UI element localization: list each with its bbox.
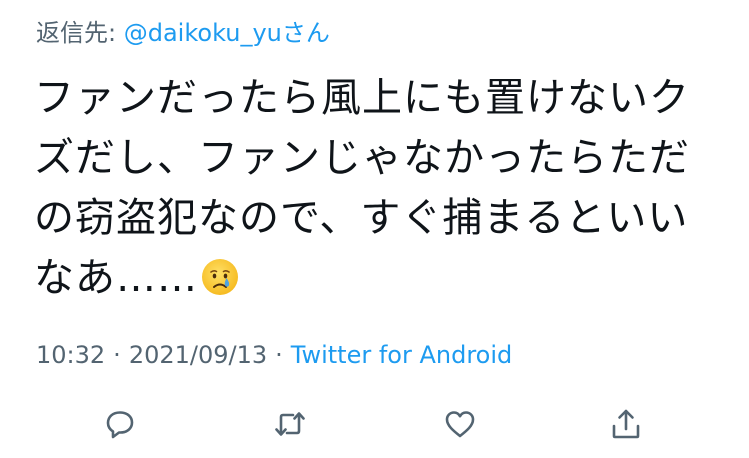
reply-to-line: 返信先: @daikoku_yuさん xyxy=(36,16,330,50)
meta-separator: · xyxy=(275,341,283,369)
tweet-text-line: ファンだったら風上にも置けないク xyxy=(34,75,690,121)
share-icon xyxy=(612,409,640,439)
tweet-text-line: の窃盗犯なので、すぐ捕まるといい xyxy=(34,195,689,241)
reply-icon xyxy=(106,411,134,439)
tweet-meta: 10:32 · 2021/09/13 · Twitter for Android xyxy=(36,338,512,372)
retweet-button[interactable] xyxy=(268,402,312,446)
like-button[interactable] xyxy=(438,402,482,446)
reply-button[interactable] xyxy=(98,402,142,446)
heart-icon xyxy=(445,411,475,438)
meta-separator: · xyxy=(113,341,121,369)
share-button[interactable] xyxy=(604,402,648,446)
tweet-action-bar xyxy=(0,400,749,450)
tweet-text: ファンだったら風上にも置けないク ズだし、ファンじゃなかったらただ の窃盗犯なの… xyxy=(34,68,734,308)
tweet-text-line-last: なあ…… xyxy=(34,248,734,308)
retweet-icon xyxy=(275,412,305,436)
tweet-source-link[interactable]: Twitter for Android xyxy=(291,341,512,369)
reply-to-label: 返信先: xyxy=(36,19,117,47)
tweet-text-line: ズだし、ファンじゃなかったらただ xyxy=(34,135,690,181)
tweet-time: 10:32 xyxy=(36,341,106,369)
reply-to-handle-link[interactable]: @daikoku_yuさん xyxy=(124,19,330,47)
tweet-date: 2021/09/13 xyxy=(128,341,268,369)
crying-face-emoji-icon xyxy=(200,254,240,295)
tweet-text-line-content: なあ…… xyxy=(34,255,198,301)
